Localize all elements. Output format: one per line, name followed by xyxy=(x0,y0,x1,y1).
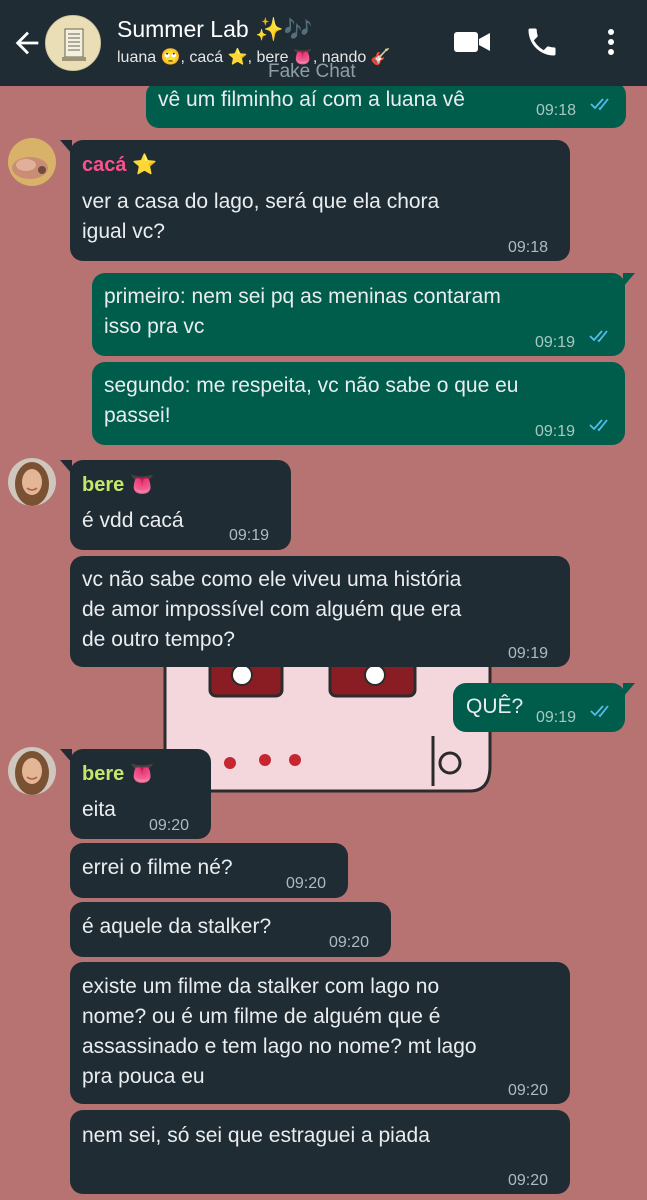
message-bubble-incoming[interactable]: existe um filme da stalker com lago no n… xyxy=(70,962,570,1104)
message-bubble-incoming[interactable]: cacá ⭐ ver a casa do lago, será que ela … xyxy=(60,140,570,261)
fake-chat-watermark: Fake Chat xyxy=(268,61,356,82)
avatar-bere-photo-icon xyxy=(8,458,56,506)
message-bubble-outgoing[interactable]: QUÊ? 09:19 xyxy=(453,683,635,732)
read-receipt-icon xyxy=(590,705,609,718)
avatar-bere[interactable] xyxy=(8,747,56,795)
message-text: é vdd cacá xyxy=(82,509,184,532)
group-avatar[interactable] xyxy=(45,15,101,71)
message-time: 09:19 xyxy=(535,334,576,351)
voice-call-icon[interactable] xyxy=(524,24,560,60)
read-receipt-icon xyxy=(589,419,608,432)
read-receipt-icon xyxy=(589,330,608,343)
message-time: 09:19 xyxy=(229,527,270,544)
message-time: 09:18 xyxy=(536,102,577,119)
avatar-caca-photo-icon xyxy=(8,138,56,186)
chat-title[interactable]: Summer Lab ✨🎶 xyxy=(117,16,312,43)
message-text-line: passei! xyxy=(104,404,171,427)
more-options-icon[interactable] xyxy=(596,24,626,60)
message-text: nem sei, só sei que estraguei a piada xyxy=(82,1124,430,1147)
message-bubble-incoming[interactable]: é aquele da stalker? 09:20 xyxy=(70,902,391,957)
message-text-line: primeiro: nem sei pq as meninas contaram xyxy=(104,285,501,308)
message-time: 09:20 xyxy=(508,1172,549,1189)
message-time: 09:20 xyxy=(286,875,327,892)
video-call-icon[interactable] xyxy=(452,24,492,60)
message-time: 09:19 xyxy=(508,645,549,662)
message-bubble-incoming[interactable]: vc não sabe como ele viveu uma história … xyxy=(70,556,570,667)
message-text-line: igual vc? xyxy=(82,220,165,243)
message-text-line: vc não sabe como ele viveu uma história xyxy=(82,568,462,591)
chat-area[interactable]: vê um filminho aí com a luana vê 09:18 c… xyxy=(0,86,647,1200)
message-time: 09:18 xyxy=(508,239,549,256)
message-time: 09:20 xyxy=(149,817,190,834)
message-text-line: existe um filme da stalker com lago no xyxy=(82,975,440,998)
message-time: 09:20 xyxy=(329,934,370,951)
message-text-line: de amor impossível com alguém que era xyxy=(82,598,462,621)
message-text-line: pra pouca eu xyxy=(82,1065,205,1088)
read-receipt-icon xyxy=(590,98,609,111)
message-bubble-incoming[interactable]: bere 👅 é vdd cacá 09:19 xyxy=(60,460,291,550)
message-text: eita xyxy=(82,798,116,821)
message-text-line: ver a casa do lago, será que ela chora xyxy=(82,190,440,213)
message-text-line: assassinado e tem lago no nome? mt lago xyxy=(82,1035,477,1058)
message-bubble-incoming[interactable]: bere 👅 eita 09:20 xyxy=(60,749,211,839)
avatar-caca[interactable] xyxy=(8,138,56,186)
message-bubble-outgoing[interactable]: primeiro: nem sei pq as meninas contaram… xyxy=(92,273,635,356)
message-text: vê um filminho aí com a luana vê xyxy=(158,88,465,111)
group-avatar-image-icon xyxy=(46,16,100,70)
message-text-line: nome? ou é um filme de alguém que é xyxy=(82,1005,441,1028)
message-text-line: de outro tempo? xyxy=(82,628,235,651)
message-bubble-outgoing[interactable]: segundo: me respeita, vc não sabe o que … xyxy=(92,362,625,445)
message-bubble-outgoing[interactable]: vê um filminho aí com a luana vê 09:18 xyxy=(146,86,626,128)
message-time: 09:20 xyxy=(508,1082,549,1099)
back-arrow-icon[interactable] xyxy=(10,26,44,60)
sender-name-bere[interactable]: bere 👅 xyxy=(82,759,155,789)
sender-name-bere[interactable]: bere 👅 xyxy=(82,470,155,500)
avatar-bere-photo-icon xyxy=(8,747,56,795)
message-time: 09:19 xyxy=(535,423,576,440)
message-text: QUÊ? xyxy=(466,695,524,718)
message-bubble-incoming[interactable]: nem sei, só sei que estraguei a piada 09… xyxy=(70,1110,570,1194)
message-text: errei o filme né? xyxy=(82,856,233,879)
message-text: é aquele da stalker? xyxy=(82,915,272,938)
message-bubble-incoming[interactable]: errei o filme né? 09:20 xyxy=(70,843,348,898)
message-text-line: segundo: me respeita, vc não sabe o que … xyxy=(104,374,519,397)
message-time: 09:19 xyxy=(536,709,577,726)
sender-name-caca[interactable]: cacá ⭐ xyxy=(82,150,157,180)
message-text-line: isso pra vc xyxy=(104,315,205,338)
avatar-bere[interactable] xyxy=(8,458,56,506)
